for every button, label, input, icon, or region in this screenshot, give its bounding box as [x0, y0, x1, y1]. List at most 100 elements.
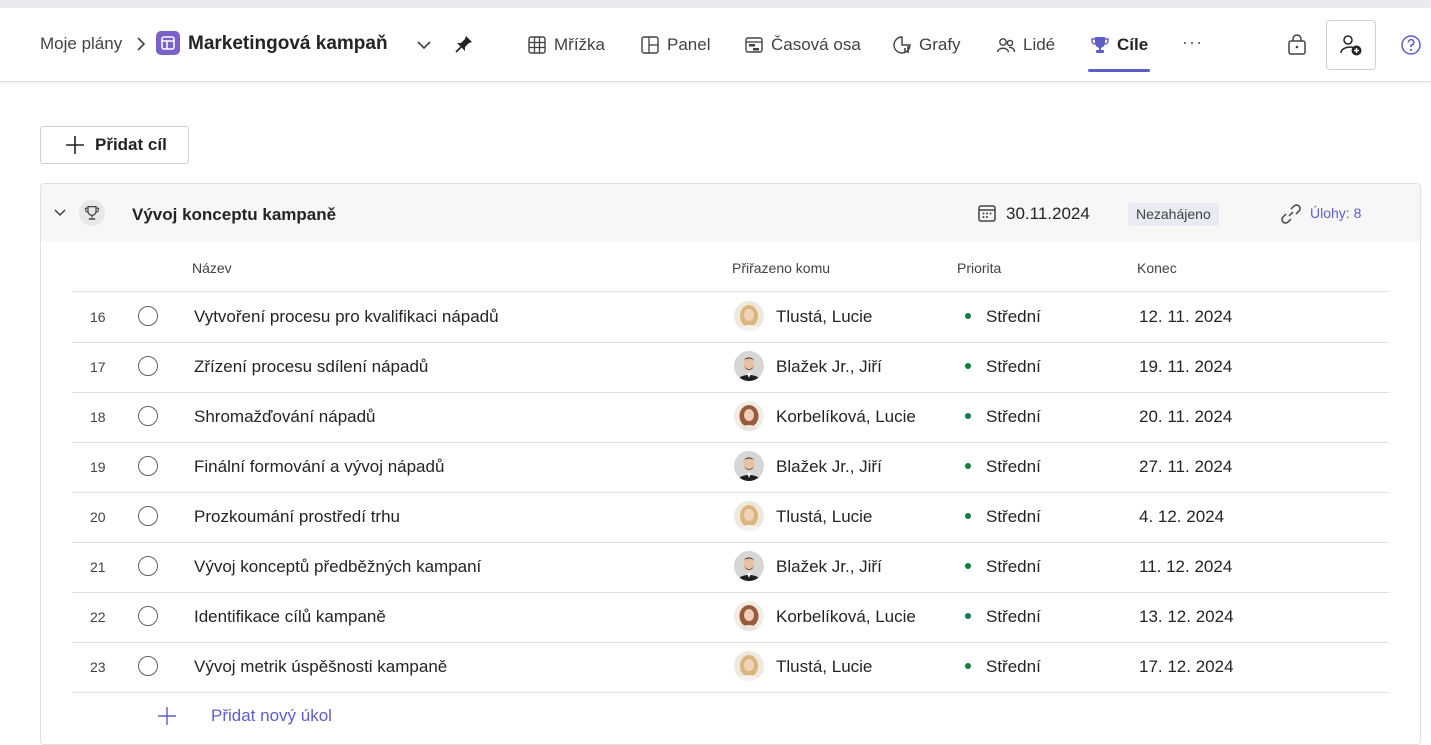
- task-assignee[interactable]: Tlustá, Lucie: [776, 657, 872, 677]
- task-priority[interactable]: Střední: [986, 407, 1041, 427]
- pin-icon[interactable]: [454, 34, 474, 54]
- tab-grid[interactable]: Mřížka: [527, 32, 605, 58]
- task-row[interactable]: 22 Identifikace cílů kampaně Korbelíková…: [72, 592, 1389, 643]
- task-priority[interactable]: Střední: [986, 357, 1041, 377]
- plus-icon: [158, 707, 176, 725]
- task-due-date[interactable]: 20. 11. 2024: [1139, 407, 1232, 427]
- task-due-date[interactable]: 27. 11. 2024: [1139, 457, 1232, 477]
- plan-header: Moje plány Marketingová kampaň Mřížka Pa…: [0, 8, 1431, 82]
- avatar: [734, 501, 764, 531]
- task-name[interactable]: Prozkoumání prostředí trhu: [194, 507, 400, 527]
- task-complete-checkbox[interactable]: [138, 606, 158, 626]
- column-header-name[interactable]: Název: [192, 260, 232, 276]
- task-due-date[interactable]: 11. 12. 2024: [1139, 557, 1232, 577]
- tab-timeline[interactable]: Časová osa: [744, 32, 861, 58]
- priority-dot-icon: [965, 363, 971, 369]
- avatar: [734, 551, 764, 581]
- task-row[interactable]: 23 Vývoj metrik úspěšnosti kampaně Tlust…: [72, 642, 1389, 693]
- plus-icon: [66, 136, 84, 154]
- task-due-date[interactable]: 17. 12. 2024: [1139, 657, 1234, 677]
- task-priority[interactable]: Střední: [986, 457, 1041, 477]
- help-icon[interactable]: [1400, 34, 1422, 56]
- task-assignee[interactable]: Tlustá, Lucie: [776, 307, 872, 327]
- task-priority[interactable]: Střední: [986, 657, 1041, 677]
- task-name[interactable]: Zřízení procesu sdílení nápadů: [194, 357, 428, 377]
- people-icon: [996, 38, 1016, 53]
- avatar: [734, 601, 764, 631]
- goal-card: Vývoj konceptu kampaně 30.11.2024 Nezahá…: [40, 183, 1421, 745]
- add-task-button[interactable]: Přidat nový úkol: [157, 706, 332, 726]
- task-priority[interactable]: Střední: [986, 557, 1041, 577]
- task-name[interactable]: Finální formování a vývoj nápadů: [194, 457, 444, 477]
- task-priority[interactable]: Střední: [986, 307, 1041, 327]
- goal-status-badge[interactable]: Nezahájeno: [1128, 203, 1219, 226]
- avatar: [734, 351, 764, 381]
- task-name[interactable]: Identifikace cílů kampaně: [194, 607, 386, 627]
- task-number: 19: [90, 459, 106, 475]
- goal-header: Vývoj konceptu kampaně 30.11.2024 Nezahá…: [41, 184, 1420, 242]
- chevron-down-icon[interactable]: [416, 38, 432, 52]
- task-complete-checkbox[interactable]: [138, 506, 158, 526]
- priority-dot-icon: [965, 313, 971, 319]
- priority-dot-icon: [965, 413, 971, 419]
- task-row[interactable]: 18 Shromažďování nápadů Korbelíková, Luc…: [72, 392, 1389, 443]
- breadcrumb-my-plans[interactable]: Moje plány: [40, 34, 122, 54]
- task-assignee[interactable]: Korbelíková, Lucie: [776, 607, 916, 627]
- task-complete-checkbox[interactable]: [138, 456, 158, 476]
- task-row[interactable]: 17 Zřízení procesu sdílení nápadů Blažek…: [72, 342, 1389, 393]
- task-complete-checkbox[interactable]: [138, 356, 158, 376]
- task-number: 21: [90, 559, 106, 575]
- task-assignee[interactable]: Tlustá, Lucie: [776, 507, 872, 527]
- goal-title[interactable]: Vývoj konceptu kampaně: [132, 205, 336, 225]
- more-tabs-button[interactable]: ···: [1182, 32, 1203, 53]
- column-header-assigned[interactable]: Přiřazeno komu: [732, 260, 830, 276]
- tab-people-label: Lidé: [1023, 35, 1056, 54]
- active-tab-indicator: [1088, 69, 1150, 72]
- task-due-date[interactable]: 19. 11. 2024: [1139, 357, 1232, 377]
- tab-people[interactable]: Lidé: [996, 32, 1055, 58]
- task-name[interactable]: Shromažďování nápadů: [194, 407, 376, 427]
- goal-due-date[interactable]: 30.11.2024: [1006, 204, 1090, 224]
- task-row[interactable]: 21 Vývoj konceptů předběžných kampaní Bl…: [72, 542, 1389, 593]
- tab-timeline-label: Časová osa: [771, 35, 861, 54]
- task-row[interactable]: 16 Vytvoření procesu pro kvalifikaci náp…: [72, 292, 1389, 343]
- collapse-chevron-icon[interactable]: [53, 206, 67, 220]
- task-assignee[interactable]: Blažek Jr., Jiří: [776, 357, 882, 377]
- task-complete-checkbox[interactable]: [138, 656, 158, 676]
- trophy-icon: [1091, 37, 1109, 53]
- task-row[interactable]: 20 Prozkoumání prostředí trhu Tlustá, Lu…: [72, 492, 1389, 543]
- goal-tasks-count[interactable]: Úlohy: 8: [1310, 205, 1361, 221]
- task-name[interactable]: Vývoj konceptů předběžných kampaní: [194, 557, 481, 577]
- tab-goals[interactable]: Cíle: [1090, 32, 1148, 58]
- task-assignee[interactable]: Blažek Jr., Jiří: [776, 557, 882, 577]
- task-row[interactable]: 19 Finální formování a vývoj nápadů Blaž…: [72, 442, 1389, 493]
- add-goal-button[interactable]: Přidat cíl: [40, 126, 189, 164]
- bag-icon[interactable]: [1286, 34, 1308, 56]
- task-assignee[interactable]: Blažek Jr., Jiří: [776, 457, 882, 477]
- column-header-due[interactable]: Konec: [1137, 260, 1177, 276]
- column-header-priority[interactable]: Priorita: [957, 260, 1001, 276]
- add-task-label: Přidat nový úkol: [211, 706, 332, 725]
- task-complete-checkbox[interactable]: [138, 306, 158, 326]
- task-due-date[interactable]: 13. 12. 2024: [1139, 607, 1234, 627]
- goal-trophy-icon: [79, 200, 105, 226]
- add-goal-label: Přidat cíl: [95, 135, 167, 154]
- tab-charts[interactable]: Grafy: [892, 32, 961, 58]
- plan-title[interactable]: Marketingová kampaň: [188, 33, 388, 55]
- tab-charts-label: Grafy: [919, 35, 961, 54]
- task-priority[interactable]: Střední: [986, 507, 1041, 527]
- task-complete-checkbox[interactable]: [138, 556, 158, 576]
- share-plan-button[interactable]: [1326, 20, 1376, 70]
- link-icon: [1281, 204, 1301, 224]
- task-number: 18: [90, 409, 106, 425]
- task-due-date[interactable]: 4. 12. 2024: [1139, 507, 1224, 527]
- task-assignee[interactable]: Korbelíková, Lucie: [776, 407, 916, 427]
- task-number: 17: [90, 359, 106, 375]
- tab-board[interactable]: Panel: [640, 32, 710, 58]
- task-name[interactable]: Vývoj metrik úspěšnosti kampaně: [194, 657, 447, 677]
- task-due-date[interactable]: 12. 11. 2024: [1139, 307, 1232, 327]
- task-priority[interactable]: Střední: [986, 607, 1041, 627]
- task-complete-checkbox[interactable]: [138, 406, 158, 426]
- task-name[interactable]: Vytvoření procesu pro kvalifikaci nápadů: [194, 307, 499, 327]
- charts-icon: [893, 36, 911, 54]
